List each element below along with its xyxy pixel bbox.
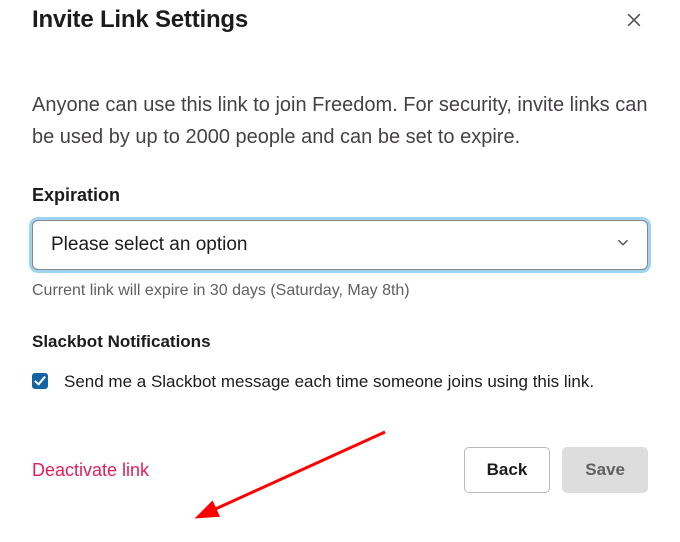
- notifications-label: Slackbot Notifications: [32, 332, 648, 352]
- expiration-helper-text: Current link will expire in 30 days (Sat…: [32, 282, 648, 300]
- expiration-select-wrapper: Please select an option: [32, 220, 648, 270]
- footer-buttons-group: Back Save: [464, 447, 648, 493]
- notification-checkbox-row: Send me a Slackbot message each time som…: [32, 368, 648, 395]
- notification-checkbox[interactable]: [32, 373, 48, 389]
- expiration-label: Expiration: [32, 185, 648, 206]
- expiration-select[interactable]: Please select an option: [32, 220, 648, 270]
- notification-checkbox-label[interactable]: Send me a Slackbot message each time som…: [64, 368, 594, 395]
- modal-footer: Deactivate link Back Save: [32, 447, 648, 493]
- save-button[interactable]: Save: [562, 447, 648, 493]
- back-button[interactable]: Back: [464, 447, 551, 493]
- close-icon: [624, 10, 644, 30]
- modal-header: Invite Link Settings: [32, 0, 648, 34]
- deactivate-link-button[interactable]: Deactivate link: [32, 460, 149, 481]
- close-button[interactable]: [620, 6, 648, 34]
- invite-link-settings-modal: Invite Link Settings Anyone can use this…: [0, 0, 680, 493]
- modal-title: Invite Link Settings: [32, 6, 248, 34]
- modal-description: Anyone can use this link to join Freedom…: [32, 89, 648, 153]
